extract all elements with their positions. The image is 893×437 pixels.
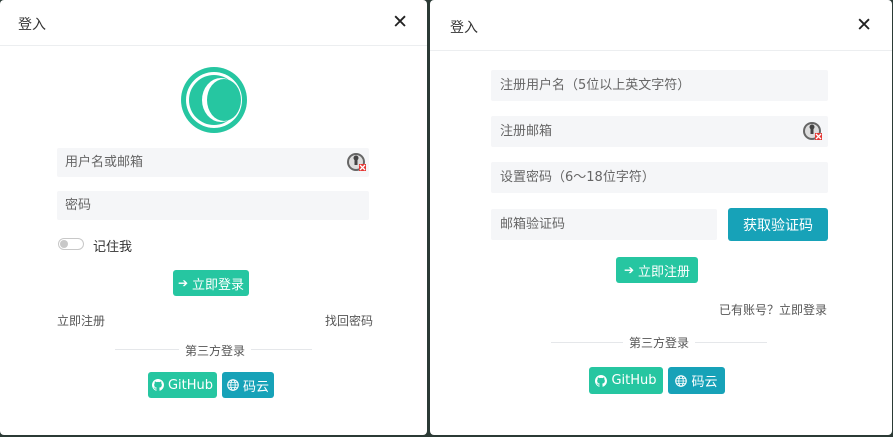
- close-icon[interactable]: ✕: [856, 16, 872, 35]
- github-login-button[interactable]: GitHub: [589, 367, 663, 394]
- remember-toggle[interactable]: [58, 238, 84, 250]
- login-button-label: 立即登录: [192, 277, 245, 293]
- github-icon: [151, 379, 164, 391]
- get-code-label: 获取验证码: [743, 217, 813, 234]
- register-modal: 登入 ✕ 获取验证码 ➔ 立即注册 已有账号？立即登录 第三方登录 GitHub…: [430, 0, 892, 435]
- gitee-login-button[interactable]: 码云: [222, 372, 274, 398]
- toggle-knob: [60, 240, 68, 248]
- password-key-icon[interactable]: [346, 152, 366, 172]
- login-prompt-link[interactable]: 已有账号？立即登录: [719, 301, 827, 318]
- register-button-label: 立即注册: [638, 264, 691, 280]
- register-username-input[interactable]: [491, 70, 828, 101]
- register-link[interactable]: 立即注册: [57, 312, 105, 329]
- third-party-label: 第三方登录: [179, 342, 252, 359]
- github-label: GitHub: [167, 377, 214, 393]
- username-input[interactable]: [57, 148, 369, 177]
- password-input[interactable]: [57, 191, 369, 220]
- sign-in-icon: ➔: [177, 276, 189, 290]
- github-icon: [595, 374, 608, 387]
- remember-label: 记住我: [93, 240, 133, 255]
- logo-icon: [181, 67, 247, 133]
- github-login-button[interactable]: GitHub: [148, 372, 217, 398]
- get-code-button[interactable]: 获取验证码: [728, 208, 828, 241]
- email-code-input[interactable]: [491, 209, 717, 240]
- login-button[interactable]: ➔ 立即登录: [173, 270, 249, 296]
- gitee-label: 码云: [691, 375, 718, 390]
- forgot-password-link[interactable]: 找回密码: [325, 312, 373, 329]
- login-modal: 登入 ✕ 记住我 ➔ 立即登录 立即注册 找回密码 第三方登录 GitHub 码…: [0, 0, 427, 435]
- third-party-label: 第三方登录: [623, 334, 696, 351]
- register-password-input[interactable]: [491, 162, 828, 193]
- sign-in-icon: ➔: [623, 263, 635, 277]
- gitee-login-button[interactable]: 码云: [668, 367, 725, 394]
- register-email-input[interactable]: [491, 116, 828, 147]
- modal-header: 登入 ✕: [430, 0, 892, 51]
- github-label: GitHub: [611, 373, 657, 388]
- modal-title: 登入: [18, 17, 46, 33]
- password-key-icon[interactable]: [802, 121, 822, 141]
- modal-title: 登入: [450, 20, 478, 36]
- gitee-label: 码云: [242, 379, 269, 395]
- close-icon[interactable]: ✕: [392, 13, 408, 32]
- modal-header: 登入 ✕: [0, 0, 427, 46]
- register-button[interactable]: ➔ 立即注册: [616, 257, 698, 283]
- globe-icon: [675, 374, 688, 387]
- globe-icon: [227, 379, 239, 391]
